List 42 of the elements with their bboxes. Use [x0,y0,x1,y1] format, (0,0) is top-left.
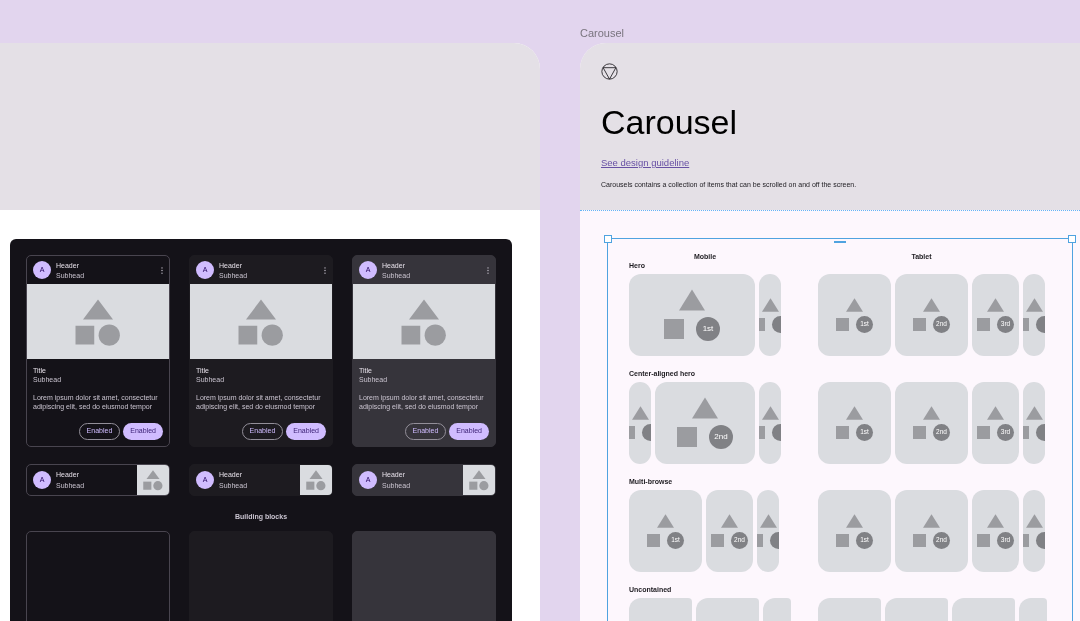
item-label: 1st [702,325,714,333]
triangle-icon [1025,513,1043,528]
page-title: Carousel [601,105,738,139]
triangle-icon [631,405,649,420]
triangle-icon [759,513,777,528]
square-icon [711,533,724,547]
logo-icon [601,63,618,80]
square-icon [977,425,990,439]
triangle-icon [923,513,940,528]
square-icon [977,317,990,331]
triangle-icon [923,297,940,312]
square-icon [836,425,849,439]
square-icon [977,533,990,547]
square-icon [677,427,697,447]
frame-label: Carousel [580,26,626,41]
square-icon [647,533,660,547]
triangle-icon [1025,297,1043,312]
triangle-icon [846,513,863,528]
triangle-icon [987,513,1004,528]
triangle-icon [846,297,863,312]
square-icon [913,425,926,439]
triangle-icon [679,289,705,311]
triangle-icon [987,297,1004,312]
square-icon [664,319,684,339]
triangle-icon [761,405,779,420]
guideline-link[interactable]: See design guideline [601,156,690,171]
triangle-icon [692,397,718,419]
square-icon [836,317,849,331]
triangle-icon [923,405,940,420]
drag-handle[interactable] [834,241,846,243]
triangle-icon [657,513,674,528]
resize-handle[interactable] [604,235,612,243]
square-icon [836,533,849,547]
triangle-icon [846,405,863,420]
triangle-icon [1025,405,1043,420]
resize-handle[interactable] [1068,235,1076,243]
square-icon [913,317,926,331]
triangle-icon [721,513,738,528]
triangle-icon [987,405,1004,420]
triangle-icon [761,297,779,312]
item-label: 2nd [714,433,728,441]
square-icon [913,533,926,547]
